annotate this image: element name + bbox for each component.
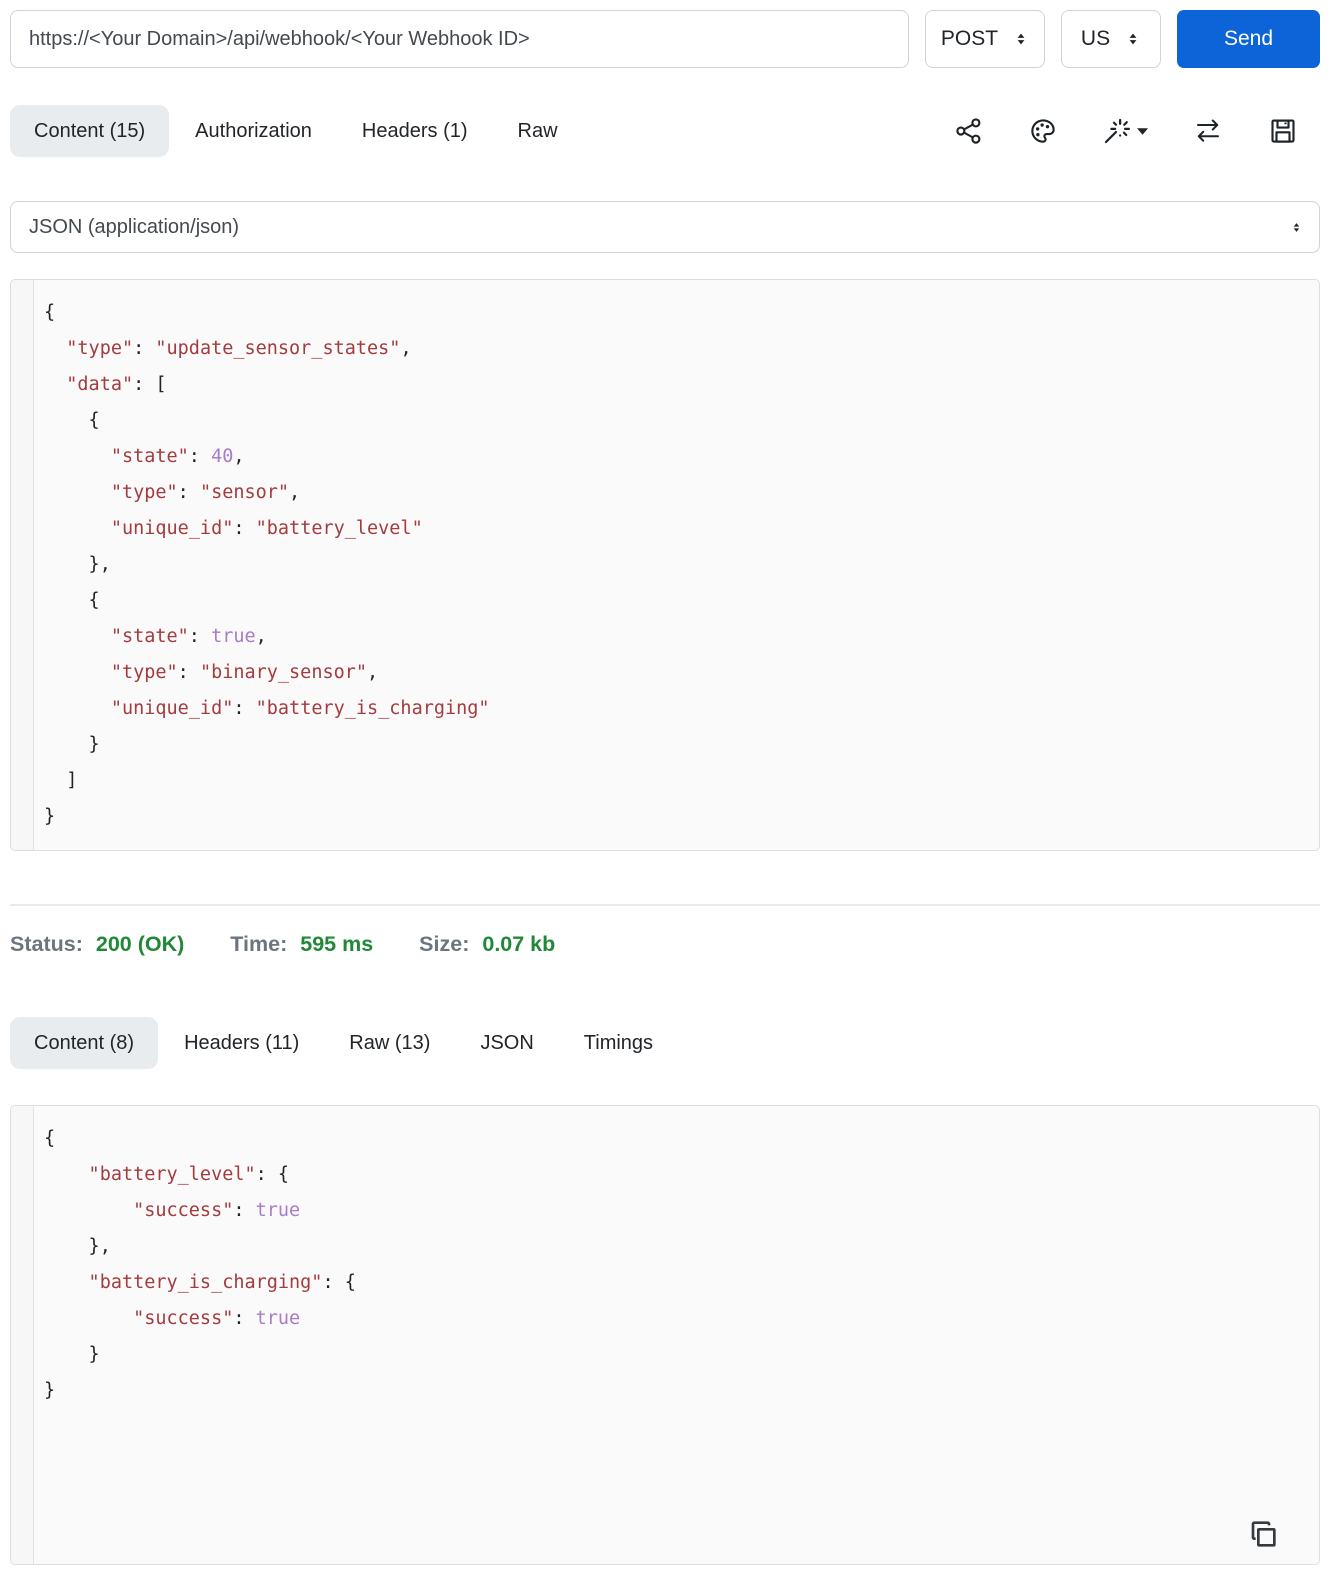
copy-icon bbox=[1251, 1521, 1276, 1547]
tab-raw-13[interactable]: Raw (13) bbox=[325, 1017, 454, 1069]
code-line: { bbox=[44, 302, 56, 323]
status-value: 200 (OK) bbox=[95, 932, 185, 956]
chevron-down-icon bbox=[1137, 127, 1148, 135]
url-input[interactable] bbox=[10, 10, 909, 68]
request-code[interactable]: { "type": "update_sensor_states", "data"… bbox=[44, 295, 1299, 835]
code-line: "type": "update_sensor_states", bbox=[44, 338, 412, 359]
send-button[interactable]: Send bbox=[1177, 10, 1320, 68]
tab-content-15[interactable]: Content (15) bbox=[10, 105, 170, 157]
request-body-block: { "type": "update_sensor_states", "data"… bbox=[10, 279, 1320, 851]
content-type-value: JSON (application/json) bbox=[29, 215, 240, 238]
compare-button[interactable] bbox=[1192, 116, 1224, 146]
magic-actions-button[interactable] bbox=[1102, 116, 1148, 146]
content-type-select[interactable]: JSON (application/json) bbox=[10, 201, 1320, 253]
copy-response-button[interactable] bbox=[1247, 1518, 1279, 1550]
request-tabs: Content (15) Authorization Headers (1) Raw bbox=[10, 105, 582, 157]
code-line: "battery_level": { bbox=[44, 1164, 290, 1185]
share-icon bbox=[956, 118, 981, 144]
code-line: } bbox=[44, 734, 100, 755]
response-code: { "battery_level": { "success": true }, … bbox=[44, 1121, 1299, 1409]
save-icon bbox=[1271, 119, 1295, 143]
time-label: Time: bbox=[230, 932, 288, 956]
request-tabs-row: Content (15) Authorization Headers (1) Raw bbox=[10, 105, 1320, 157]
code-line: "type": "sensor", bbox=[44, 482, 301, 503]
tab-timings[interactable]: Timings bbox=[560, 1017, 677, 1069]
code-line: } bbox=[44, 806, 56, 827]
tab-headers-1[interactable]: Headers (1) bbox=[338, 105, 492, 157]
code-line: "success": true bbox=[44, 1200, 301, 1221]
status-label: Status: bbox=[10, 932, 83, 956]
swap-arrows-icon bbox=[1197, 119, 1219, 142]
region-select[interactable]: US bbox=[1061, 10, 1161, 68]
code-line: } bbox=[44, 1344, 100, 1365]
code-line: }, bbox=[44, 554, 111, 575]
code-line: "unique_id": "battery_level" bbox=[44, 518, 423, 539]
code-line: "success": true bbox=[44, 1308, 301, 1329]
size-label: Size: bbox=[419, 932, 470, 956]
request-bar: POST US Send bbox=[10, 10, 1320, 68]
response-status-bar: Status: 200 (OK) Time: 595 ms Size: 0.07… bbox=[10, 932, 1320, 957]
code-line: { bbox=[44, 1128, 56, 1149]
section-divider bbox=[10, 904, 1320, 906]
response-body-block: { "battery_level": { "success": true }, … bbox=[10, 1105, 1320, 1565]
tab-authorization[interactable]: Authorization bbox=[171, 105, 336, 157]
code-line: "data": [ bbox=[44, 374, 167, 395]
api-tester-page: POST US Send Content (15)AuthorizationHe… bbox=[0, 0, 1335, 1565]
editor-gutter bbox=[11, 280, 34, 850]
code-line: "state": true, bbox=[44, 626, 267, 647]
save-request-button[interactable] bbox=[1268, 116, 1298, 146]
updown-arrows-icon bbox=[1293, 222, 1300, 232]
code-line: } bbox=[44, 1380, 56, 1401]
code-line: { bbox=[44, 590, 100, 611]
response-tabs: Content (8) Headers (11) Raw (13) JSON Timin… bbox=[10, 1017, 677, 1069]
share-button[interactable] bbox=[954, 116, 984, 146]
updown-arrows-icon bbox=[1129, 33, 1137, 45]
method-select-value: POST bbox=[940, 27, 999, 50]
time-value: 595 ms bbox=[300, 932, 374, 956]
code-line: "unique_id": "battery_is_charging" bbox=[44, 698, 490, 719]
magic-wand-icon bbox=[1104, 118, 1130, 144]
code-line: }, bbox=[44, 1236, 111, 1257]
method-select[interactable]: POST bbox=[925, 10, 1045, 68]
size-value: 0.07 kb bbox=[482, 932, 556, 956]
tab-json[interactable]: JSON bbox=[456, 1017, 557, 1069]
response-tabs-row: Content (8) Headers (11) Raw (13) JSON Timin… bbox=[10, 1017, 1320, 1069]
request-toolbar bbox=[954, 116, 1320, 146]
code-line: "type": "binary_sensor", bbox=[44, 662, 379, 683]
code-line: "state": 40, bbox=[44, 446, 245, 467]
code-line: ] bbox=[44, 770, 78, 791]
code-line: { bbox=[44, 410, 100, 431]
tab-raw[interactable]: Raw bbox=[494, 105, 582, 157]
editor-gutter bbox=[11, 1106, 34, 1564]
updown-arrows-icon bbox=[1017, 33, 1025, 45]
region-select-value: US bbox=[1080, 27, 1111, 50]
palette-icon bbox=[1031, 119, 1055, 143]
tab-content-8[interactable]: Content (8) bbox=[10, 1017, 159, 1069]
theme-button[interactable] bbox=[1028, 116, 1058, 146]
tab-headers-11[interactable]: Headers (11) bbox=[160, 1017, 323, 1069]
code-line: "battery_is_charging": { bbox=[44, 1272, 356, 1293]
